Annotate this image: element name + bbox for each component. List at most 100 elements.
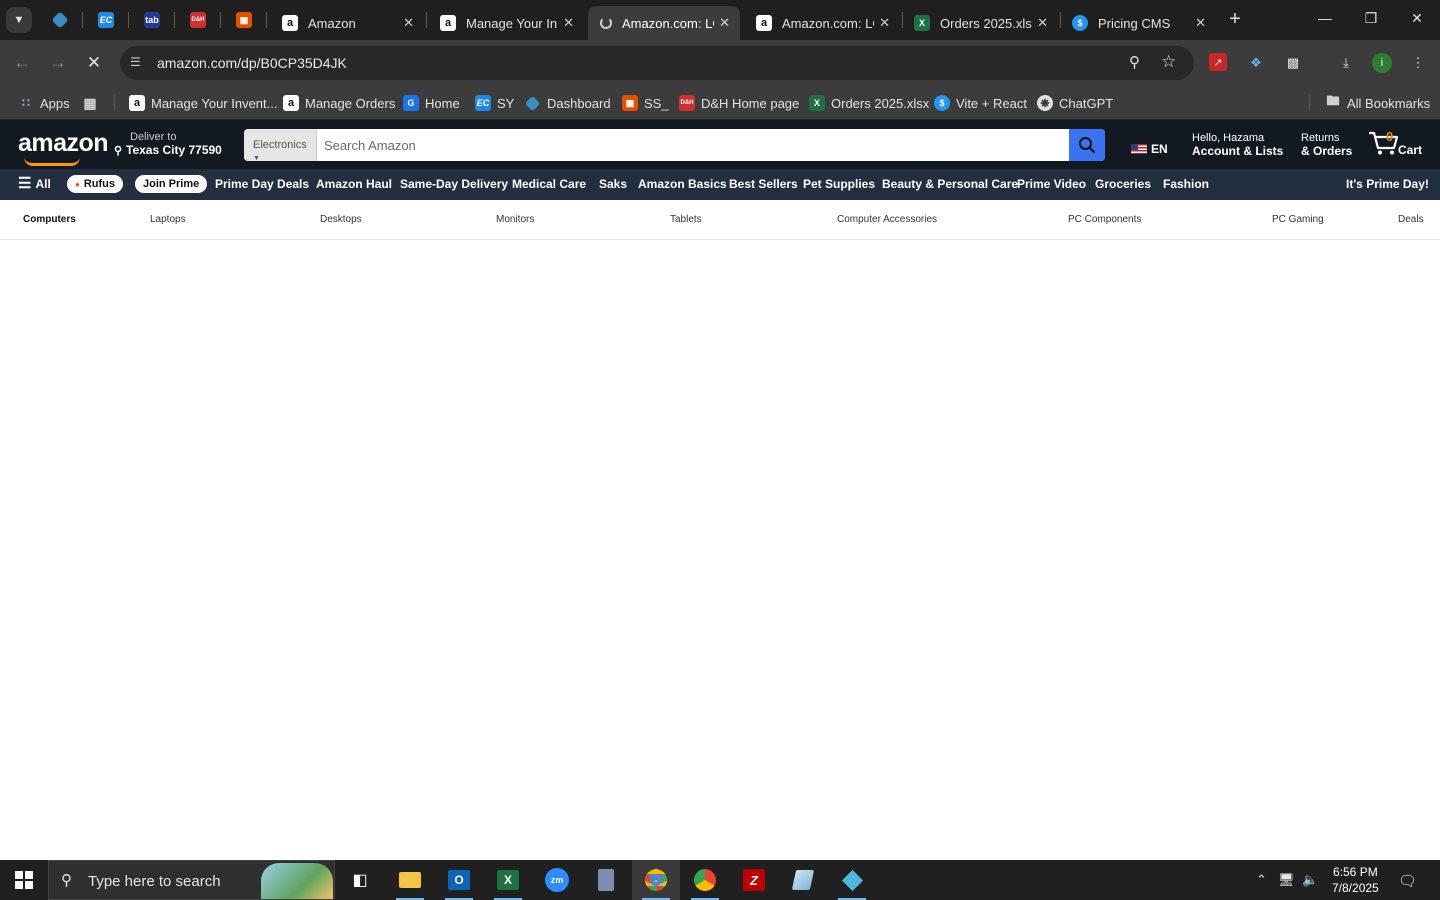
nav-link-amazon-basics[interactable]: Amazon Basics — [638, 177, 727, 191]
filezilla-button[interactable]: Z — [730, 860, 778, 900]
amazon-logo[interactable]: amazon — [18, 129, 109, 158]
bookmark-sy[interactable]: EC SY — [475, 92, 514, 114]
nav-link-prime-day-deals[interactable]: Prime Day Deals — [215, 177, 309, 191]
start-button[interactable] — [0, 860, 48, 900]
close-tab-icon[interactable]: ✕ — [563, 15, 574, 31]
site-info-icon[interactable]: ☰ — [130, 55, 146, 71]
rufus-button[interactable]: ● Rufus — [67, 175, 124, 193]
tab-amazon-lg[interactable]: a Amazon.com: LG ✕ — [744, 6, 900, 40]
prime-day-promo[interactable]: It's Prime Day! — [1346, 177, 1429, 191]
tab-pricing-cms[interactable]: $ Pricing CMS ✕ — [1060, 6, 1216, 40]
task-view-button[interactable]: ◧ — [336, 860, 384, 900]
language-selector[interactable]: EN — [1131, 142, 1168, 156]
nav-link-pet-supplies[interactable]: Pet Supplies — [803, 177, 875, 191]
show-hidden-icons-chevron-icon[interactable]: ⌃ — [1256, 872, 1267, 888]
search-department-select[interactable]: Electronics ▼ — [244, 129, 317, 161]
close-tab-icon[interactable]: ✕ — [1195, 15, 1206, 31]
back-button[interactable]: ← — [11, 52, 33, 74]
minimize-button[interactable]: — — [1315, 10, 1335, 26]
bookmark-vite-react[interactable]: $ Vite + React — [934, 92, 1027, 114]
nav-link-same-day-delivery[interactable]: Same-Day Delivery — [400, 177, 508, 191]
bookmark-orders-xlsx[interactable]: X Orders 2025.xlsx — [809, 92, 929, 114]
deliver-to[interactable]: Deliver to ⚲ Texas City 77590 — [114, 131, 222, 157]
chrome-button-active[interactable] — [632, 860, 680, 900]
download-icon[interactable]: ⤓ — [1336, 53, 1356, 73]
category-computer-accessories[interactable]: Computer Accessories — [837, 214, 937, 225]
all-menu-button[interactable]: ☰ All — [18, 176, 51, 191]
zoom-icon[interactable]: ⚲ — [1129, 53, 1140, 71]
close-tab-icon[interactable]: ✕ — [719, 15, 730, 31]
forward-button[interactable]: → — [47, 52, 69, 74]
tab-amazon-lg-active[interactable]: Amazon.com: LG ✕ — [588, 6, 740, 40]
excel-button[interactable]: X — [484, 860, 532, 900]
stop-loading-button[interactable]: ✕ — [83, 52, 105, 74]
nav-link-best-sellers[interactable]: Best Sellers — [729, 177, 798, 191]
restore-button[interactable]: ❐ — [1361, 10, 1381, 27]
nav-link-prime-video[interactable]: Prime Video — [1017, 177, 1086, 191]
system-clock[interactable]: 6:56 PM 7/8/2025 — [1332, 864, 1379, 896]
account-lists[interactable]: Hello, Hazama Account & Lists — [1192, 132, 1283, 158]
bookmark-apps[interactable]: ∷ Apps — [18, 92, 69, 114]
bookmark-star-icon[interactable]: ☆ — [1161, 52, 1176, 72]
nav-link-amazon-haul[interactable]: Amazon Haul — [316, 177, 392, 191]
close-tab-icon[interactable]: ✕ — [879, 15, 890, 31]
bookmark-chatgpt[interactable]: ❋ ChatGPT — [1037, 92, 1113, 114]
notifications-icon[interactable]: 🗨 — [1398, 872, 1417, 890]
tab-amazon[interactable]: a Amazon ✕ — [270, 6, 424, 40]
tab-groups-button[interactable]: ▦ — [82, 92, 104, 114]
url-text[interactable]: amazon.com/dp/B0CP35D4JK — [157, 55, 347, 71]
bookmark-dh-home[interactable]: D&H D&H Home page — [679, 92, 799, 114]
pinned-tab-2[interactable]: EC — [94, 8, 118, 32]
category-tablets[interactable]: Tablets — [670, 214, 702, 225]
category-computers[interactable]: Computers — [23, 214, 76, 225]
bookmark-manage-inventory[interactable]: a Manage Your Invent... — [129, 92, 277, 114]
close-tab-icon[interactable]: ✕ — [403, 15, 414, 31]
join-prime-button[interactable]: Join Prime — [135, 175, 208, 193]
profile-avatar[interactable]: i — [1372, 53, 1392, 73]
extension-red-icon[interactable]: ↗ — [1209, 53, 1227, 71]
address-bar[interactable]: ☰ amazon.com/dp/B0CP35D4JK ⚲ ☆ — [120, 46, 1194, 80]
pinned-tab-4[interactable]: D&H — [186, 8, 210, 32]
extension-blue-icon[interactable]: ❖ — [1246, 53, 1266, 73]
bookmark-manage-orders[interactable]: a Manage Orders — [283, 92, 395, 114]
nav-link-saks[interactable]: Saks — [599, 177, 627, 191]
pinned-tab-3[interactable]: tab — [140, 8, 164, 32]
close-window-button[interactable]: ✕ — [1407, 10, 1427, 27]
tab-search-button[interactable]: ▼ — [6, 7, 32, 33]
search-input[interactable] — [318, 129, 1070, 161]
app-diamond-button[interactable] — [828, 860, 876, 900]
pinned-tab-5[interactable]: ▦ — [232, 8, 256, 32]
bookmark-all-bookmarks[interactable]: 🖿 All Bookmarks — [1325, 92, 1430, 114]
zoom-button[interactable]: zm — [533, 860, 581, 900]
cart[interactable]: 0 Cart — [1368, 128, 1422, 161]
nav-link-groceries[interactable]: Groceries — [1095, 177, 1151, 191]
search-submit-button[interactable] — [1069, 129, 1105, 161]
chrome-button[interactable] — [681, 860, 729, 900]
bookmark-home[interactable]: G Home — [403, 92, 460, 114]
category-desktops[interactable]: Desktops — [320, 214, 362, 225]
extensions-puzzle-icon[interactable]: ▩ — [1283, 53, 1303, 73]
tab-orders-xlsx[interactable]: X Orders 2025.xlsx ✕ — [902, 6, 1058, 40]
tab-manage-inventory[interactable]: a Manage Your In ✕ — [428, 6, 584, 40]
volume-icon[interactable]: 🔈 — [1302, 872, 1318, 888]
close-tab-icon[interactable]: ✕ — [1037, 15, 1048, 31]
category-laptops[interactable]: Laptops — [150, 214, 186, 225]
calculator-button[interactable] — [582, 860, 630, 900]
returns-orders[interactable]: Returns & Orders — [1301, 132, 1352, 158]
outlook-button[interactable]: O — [435, 860, 483, 900]
notes-button[interactable] — [779, 860, 827, 900]
new-tab-button[interactable]: + — [1224, 8, 1246, 30]
menu-kebab-icon[interactable]: ⋮ — [1408, 53, 1428, 73]
category-pc-gaming[interactable]: PC Gaming — [1272, 214, 1324, 225]
category-deals[interactable]: Deals — [1398, 214, 1424, 225]
category-monitors[interactable]: Monitors — [496, 214, 534, 225]
nav-link-medical-care[interactable]: Medical Care — [512, 177, 586, 191]
nav-link-fashion[interactable]: Fashion — [1163, 177, 1209, 191]
file-explorer-button[interactable] — [386, 860, 434, 900]
bookmark-dashboard[interactable]: Dashboard — [524, 92, 611, 114]
pinned-tab-1[interactable] — [48, 8, 72, 32]
network-icon[interactable]: 🖥 — [1278, 872, 1295, 888]
category-pc-components[interactable]: PC Components — [1068, 214, 1141, 225]
nav-link-beauty-personal-care[interactable]: Beauty & Personal Care — [882, 177, 1018, 191]
taskbar-search[interactable]: ⚲ Type here to search — [48, 860, 335, 900]
